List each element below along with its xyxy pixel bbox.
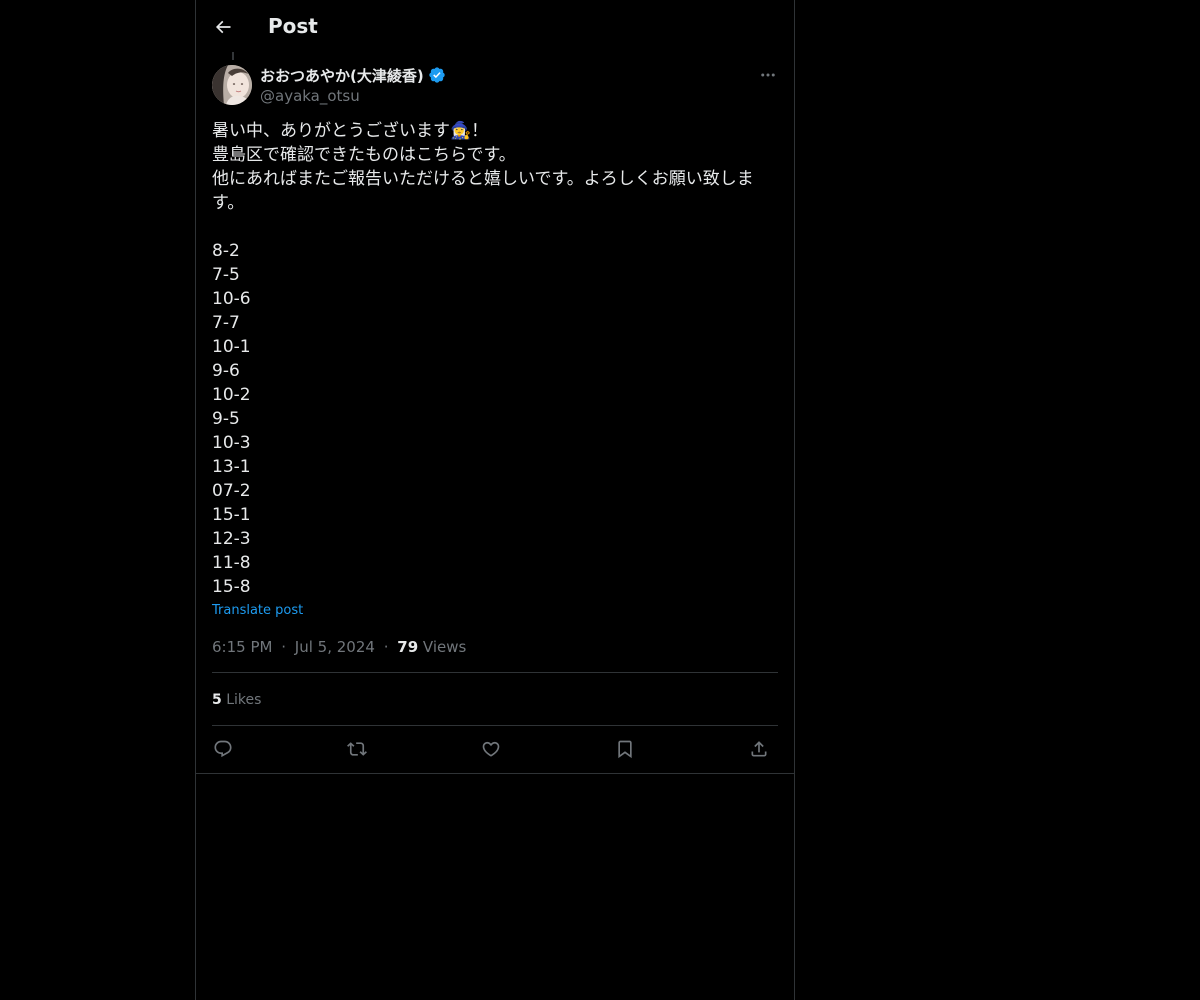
author-handle[interactable]: @ayaka_otsu	[260, 87, 360, 105]
thread-line	[232, 52, 234, 60]
tweet-text-line: 9-5	[212, 409, 240, 429]
arrow-left-icon	[215, 20, 231, 34]
back-button[interactable]	[208, 10, 238, 44]
more-horizontal-icon	[761, 73, 775, 77]
more-options-button[interactable]	[756, 64, 780, 86]
post-bottom-border	[196, 773, 794, 774]
tweet-text-line: 8-2	[212, 241, 240, 261]
author-display-name[interactable]: おおつあやか(大津綾香)	[260, 65, 424, 86]
tweet-text-line: 11-8	[212, 553, 251, 573]
tweet-date[interactable]: Jul 5, 2024	[295, 638, 375, 656]
author-name-row[interactable]: おおつあやか(大津綾香)	[260, 65, 446, 85]
tweet-text-line: 15-8	[212, 577, 251, 597]
tweet-time[interactable]: 6:15 PM	[212, 638, 272, 656]
post-header: Post	[196, 0, 794, 53]
likes-label: Likes	[226, 692, 262, 708]
tweet-text-line: 7-7	[212, 313, 240, 333]
tweet-text-line: 13-1	[212, 457, 251, 477]
tweet-text-line: 他にあればまたご報告いただけると嬉しいです。よろしくお願い致します。	[212, 169, 754, 213]
views-count: 79	[397, 638, 419, 656]
share-button[interactable]	[746, 736, 772, 762]
tweet-text-line: 10-3	[212, 433, 251, 453]
tweet-text-line: 10-2	[212, 385, 251, 405]
meta-separator: ·	[281, 638, 287, 656]
verified-badge-icon	[429, 67, 445, 83]
tweet-text-line: 7-5	[212, 265, 240, 285]
divider	[212, 725, 778, 726]
views-label: Views	[422, 638, 467, 656]
tweet-text-line: 07-2	[212, 481, 251, 501]
tweet-text-line: 12-3	[212, 529, 251, 549]
avatar[interactable]	[212, 65, 252, 105]
repost-icon	[347, 742, 367, 756]
post-column: Post おおつあやか(大津綾香) @ayaka_otsu 暑い中、ありがとうご…	[195, 0, 795, 1000]
reply-button[interactable]	[210, 736, 236, 762]
tweet-text: 暑い中、ありがとうございます🧙‍♀️！ 豊島区で確認できたものはこちらです。他にあ…	[212, 119, 760, 599]
bookmark-button[interactable]	[612, 736, 638, 762]
page-title: Post	[268, 14, 318, 38]
action-bar	[212, 736, 778, 762]
repost-button[interactable]	[344, 736, 370, 762]
share-icon	[751, 741, 767, 757]
divider	[212, 672, 778, 673]
meta-separator: ·	[383, 638, 389, 656]
reply-icon	[214, 740, 232, 758]
tweet-text-line: 豊島区で確認できたものはこちらです。	[212, 145, 516, 165]
likes-count: 5	[212, 692, 222, 708]
tweet-text-line: 10-1	[212, 337, 251, 357]
like-button[interactable]	[478, 736, 504, 762]
likes-count-link[interactable]: 5 Likes	[212, 690, 261, 710]
avatar-photo	[212, 65, 252, 105]
tweet-text-line: 9-6	[212, 361, 240, 381]
tweet-meta: 6:15 PM · Jul 5, 2024 · 79 Views	[212, 637, 466, 657]
translate-post-link[interactable]: Translate post	[212, 602, 303, 620]
tweet-text-line: 15-1	[212, 505, 251, 525]
tweet-text-line: 暑い中、ありがとうございます🧙‍♀️！	[212, 121, 489, 141]
tweet-text-line: 10-6	[212, 289, 251, 309]
bookmark-icon	[618, 740, 632, 759]
heart-icon	[482, 741, 500, 757]
